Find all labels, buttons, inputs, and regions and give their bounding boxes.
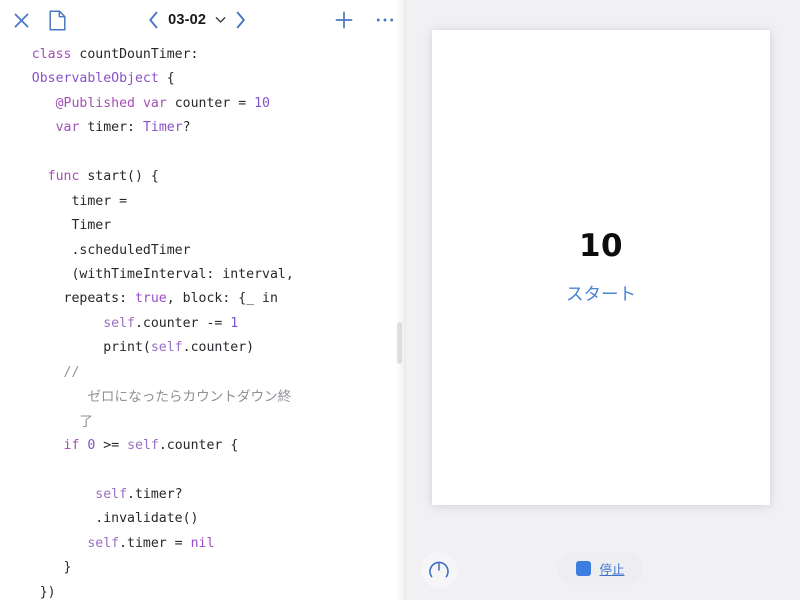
code-line: ObservableObject {: [31, 71, 175, 87]
code-line: timer =: [0, 193, 128, 209]
page-title: 03-02: [168, 12, 207, 28]
code-line: ゼロになったらカウントダウン終: [87, 389, 292, 406]
ellipsis-icon[interactable]: [376, 17, 394, 23]
code-editor-area[interactable]: class countDounTimer: ObservableObject {…: [0, 40, 406, 600]
stop-square-icon: [576, 561, 592, 576]
code-line: }): [0, 584, 56, 600]
code-line: func start() {: [47, 169, 159, 185]
code-line: }: [0, 560, 72, 576]
code-line: //: [63, 364, 80, 380]
preview-pane: 10 スタート 停止: [406, 0, 800, 600]
chevron-left-icon[interactable]: [148, 11, 159, 29]
chevron-right-icon[interactable]: [235, 11, 246, 29]
toolbar-right-group: [334, 10, 394, 30]
code-line: self.timer = nil: [87, 535, 215, 551]
code-line: .scheduledTimer: [0, 242, 191, 258]
chevron-down-icon[interactable]: [215, 16, 226, 24]
code-line: print(self.counter): [0, 340, 255, 356]
start-button[interactable]: スタート: [566, 286, 636, 305]
code-line: repeats: true, block: {_ in: [0, 291, 278, 307]
code-line: if 0 >= self.counter {: [63, 438, 239, 453]
toolbar-left-group: [12, 9, 66, 31]
stop-button[interactable]: 停止: [558, 552, 643, 585]
vertical-scrollbar-thumb[interactable]: [397, 322, 402, 364]
code-line: Timer: [0, 218, 112, 234]
preview-controls: 停止: [406, 544, 800, 600]
stop-button-label: 停止: [599, 562, 625, 577]
close-x-icon[interactable]: [12, 11, 31, 30]
code-line: @Published var counter = 10: [55, 95, 270, 111]
code-line: var timer: Timer?: [55, 120, 191, 136]
document-page-icon[interactable]: [49, 9, 66, 31]
code-line: .invalidate(): [0, 511, 199, 527]
plus-icon[interactable]: [334, 10, 354, 30]
code-line: 了: [79, 413, 93, 430]
code-line: self.counter -= 1: [103, 315, 239, 331]
editor-toolbar: 03-02: [0, 0, 406, 40]
editor-pane: 03-02 class countDounTimer: ObservableOb…: [0, 0, 406, 600]
playgrounds-window: 03-02 class countDounTimer: ObservableOb…: [0, 0, 800, 600]
code-line: (withTimeInterval: interval,: [0, 266, 294, 282]
code-line: self.timer?: [95, 486, 183, 502]
speedometer-icon[interactable]: [421, 552, 457, 588]
page-navigator: 03-02: [148, 0, 246, 40]
code-line: class countDounTimer:: [31, 47, 199, 62]
source-code[interactable]: class countDounTimer: ObservableObject {…: [0, 40, 406, 600]
counter-value: 10: [579, 227, 623, 264]
live-preview-card[interactable]: 10 スタート: [432, 30, 770, 505]
